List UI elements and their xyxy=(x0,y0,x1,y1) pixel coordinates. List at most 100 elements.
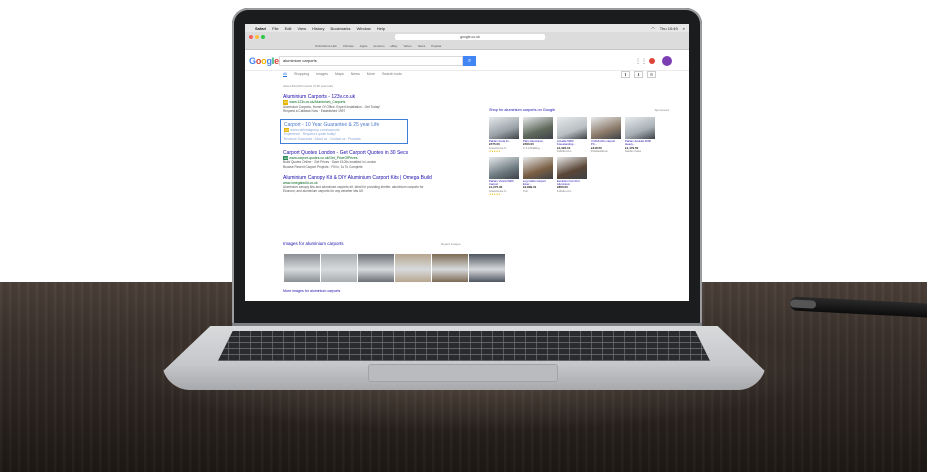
result-desc: Browse Recent Carport Projects · Fill in… xyxy=(283,164,363,169)
results-list: Aluminium Carports - 123v.co.uk Ad www.12… xyxy=(280,94,483,200)
highlighted-result: Carport - 10 Year Guarantee & 25 year Li… xyxy=(280,118,408,144)
menu-view[interactable]: View xyxy=(297,26,306,31)
image-strip xyxy=(284,254,505,282)
menu-history[interactable]: History xyxy=(312,26,324,31)
product-card[interactable]: Palram Feria 3x... £575.00 Greenhouse S...… xyxy=(489,117,520,154)
zoom-icon[interactable] xyxy=(261,35,265,39)
bookmark-item[interactable]: eBay xyxy=(390,44,397,48)
report-images-link[interactable]: Report images xyxy=(441,242,461,246)
product-image[interactable] xyxy=(557,156,587,179)
carport-thumbnail[interactable] xyxy=(358,254,394,282)
apps-grid-icon[interactable]: ⋮⋮ xyxy=(635,58,647,65)
wifi-icon[interactable]: ◠ xyxy=(651,26,655,31)
search-tabs: All Shopping Images Maps News More Searc… xyxy=(283,72,402,77)
close-icon[interactable] xyxy=(249,35,253,39)
rating-stars: ★★★★★ xyxy=(489,193,501,197)
product-image[interactable] xyxy=(489,156,519,179)
tab-all[interactable]: All xyxy=(283,72,287,77)
ad-badge: Ad xyxy=(283,100,289,105)
pen-cap xyxy=(789,299,817,309)
shopping-panel: Shop for aluminium carports on Google Sp… xyxy=(489,108,669,196)
search-icon[interactable]: ⌕ xyxy=(463,56,476,66)
more-images-link[interactable]: More images for aluminium carports xyxy=(283,289,340,293)
carport-thumbnail[interactable] xyxy=(469,254,505,282)
product-image[interactable] xyxy=(489,117,519,139)
tab-search-tools[interactable]: Search tools xyxy=(382,72,402,77)
product-image[interactable] xyxy=(557,117,587,139)
product-image[interactable] xyxy=(523,117,553,139)
spotlight-icon[interactable]: ⌕ xyxy=(683,26,685,31)
result-desc: Ekonom, and aluminium carports for any w… xyxy=(283,189,364,194)
tab-shopping[interactable]: Shopping xyxy=(294,72,309,77)
result-url-text[interactable]: www.carport-quotes.co.uk/Get_PriceOfPric… xyxy=(289,156,357,160)
product-card[interactable]: Evolution Car Port Aluminium £850.00 Fsbri… xyxy=(557,156,588,197)
results-stats: About 844,000 results (0.35 seconds) xyxy=(283,84,333,88)
bookmark-item[interactable]: News xyxy=(418,44,426,48)
images-heading[interactable]: Images for aluminium carports xyxy=(283,241,344,246)
product-seller: Fsbride.com xyxy=(557,150,572,154)
tab-images[interactable]: Images xyxy=(316,72,328,77)
rating-stars: ★★★★★ xyxy=(489,150,501,154)
menu-bookmarks[interactable]: Bookmarks xyxy=(331,26,351,31)
product-card[interactable]: 3.00x5.20m carport PC... £418.50 FGuiltedH… xyxy=(591,117,622,154)
bookmark-item[interactable]: Amazon xyxy=(373,44,384,48)
menu-edit[interactable]: Edit xyxy=(285,26,292,31)
bookmark-item[interactable]: Oxfordshire Hub xyxy=(315,44,337,48)
carport-thumbnail[interactable] xyxy=(321,254,357,282)
clock: Thu 10:49 xyxy=(659,25,678,31)
product-image[interactable] xyxy=(625,117,655,139)
tab-maps[interactable]: Maps xyxy=(335,72,344,77)
logo-letter: G xyxy=(249,56,256,66)
shopping-header: Shop for aluminium carports on Google Sp… xyxy=(489,108,669,112)
result-url-text[interactable]: www.123v.co.uk/Aluminium_Carports xyxy=(289,100,345,104)
safe-search-icon[interactable]: ⬇ xyxy=(634,71,643,78)
list-item: Aluminium Carports - 123v.co.uk Ad www.12… xyxy=(283,94,483,113)
list-item: Aluminium Canopy Kit & DIY Aluminium Car… xyxy=(283,175,483,194)
product-card[interactable]: Palm Aluminium £560.00 C & A Building... xyxy=(523,117,554,154)
carport-thumbnail[interactable] xyxy=(284,254,320,282)
tab-more[interactable]: More xyxy=(367,72,375,77)
gear-icon[interactable]: ⚙ xyxy=(647,71,656,78)
list-item: Carport Quotes London - Get Carport Quot… xyxy=(283,150,483,169)
product-seller: Garden Oasis xyxy=(625,150,642,154)
menu-file[interactable]: File xyxy=(272,26,278,31)
result-desc: Request a Callback Now · Established 199… xyxy=(283,108,346,113)
tab-news[interactable]: News xyxy=(351,72,360,77)
window-controls xyxy=(249,35,265,39)
search-input[interactable]: aluminium carports xyxy=(279,56,463,66)
view-tools: ⬆ ⬇ ⚙ xyxy=(621,71,656,78)
product-card[interactable]: Arcadia 5000 Freestanding... £1,322.10 Fsb… xyxy=(557,117,588,154)
browser-toolbar: google.co.uk Oxfordshire Hub Chrissie Ap… xyxy=(245,32,689,50)
carport-thumbnail[interactable] xyxy=(395,254,431,282)
keyboard-rows xyxy=(218,331,710,361)
google-header: Google aluminium carports ⌕ ⋮⋮ xyxy=(245,51,689,71)
product-seller: FGuiltedHome xyxy=(591,150,608,154)
bookmark-item[interactable]: Yahoo xyxy=(403,44,411,48)
product-grid: Palram Feria 3x... £575.00 Greenhouse S...… xyxy=(489,117,669,196)
bookmark-item[interactable]: Chrissie xyxy=(343,44,354,48)
bookmark-item[interactable]: Popular xyxy=(431,44,441,48)
bookmarks-bar: Oxfordshire Hub Chrissie Apple Amazon eB… xyxy=(245,42,689,49)
bookmark-item[interactable]: Apple xyxy=(360,44,368,48)
result-url-text[interactable]: www.nationalgroup.com/carports xyxy=(290,128,339,132)
address-bar[interactable]: google.co.uk xyxy=(395,34,545,40)
carport-thumbnail[interactable] xyxy=(432,254,468,282)
product-card[interactable]: Palram Vitoria 5000 Carport £1,275.00 Gree… xyxy=(489,156,520,197)
shopping-heading[interactable]: Shop for aluminium carports on Google xyxy=(489,108,555,112)
menu-help[interactable]: Help xyxy=(377,26,385,31)
minimize-icon[interactable] xyxy=(255,35,259,39)
photo-scene: Safari File Edit View History Bookmarks … xyxy=(0,0,927,472)
app-name[interactable]: Safari xyxy=(255,26,266,31)
product-image[interactable] xyxy=(591,117,621,139)
product-card[interactable]: Palram Arcadia 3000 Heavy... £1,479.50 Gar… xyxy=(625,117,656,154)
result-sitelinks[interactable]: Brochure Download · About us · Contact u… xyxy=(284,137,404,141)
menu-window[interactable]: Window xyxy=(357,26,371,31)
mac-menu-bar: Safari File Edit View History Bookmarks … xyxy=(245,24,689,32)
mic-icon[interactable]: ⬆ xyxy=(621,71,630,78)
product-card[interactable]: Log Cabin Carport Eiver... £2,899.31 Tuin xyxy=(523,156,554,197)
notifications-icon[interactable] xyxy=(649,58,655,64)
google-logo[interactable]: Google xyxy=(249,56,279,66)
trackpad xyxy=(368,364,558,382)
product-image[interactable] xyxy=(523,156,553,179)
avatar[interactable] xyxy=(662,56,672,66)
